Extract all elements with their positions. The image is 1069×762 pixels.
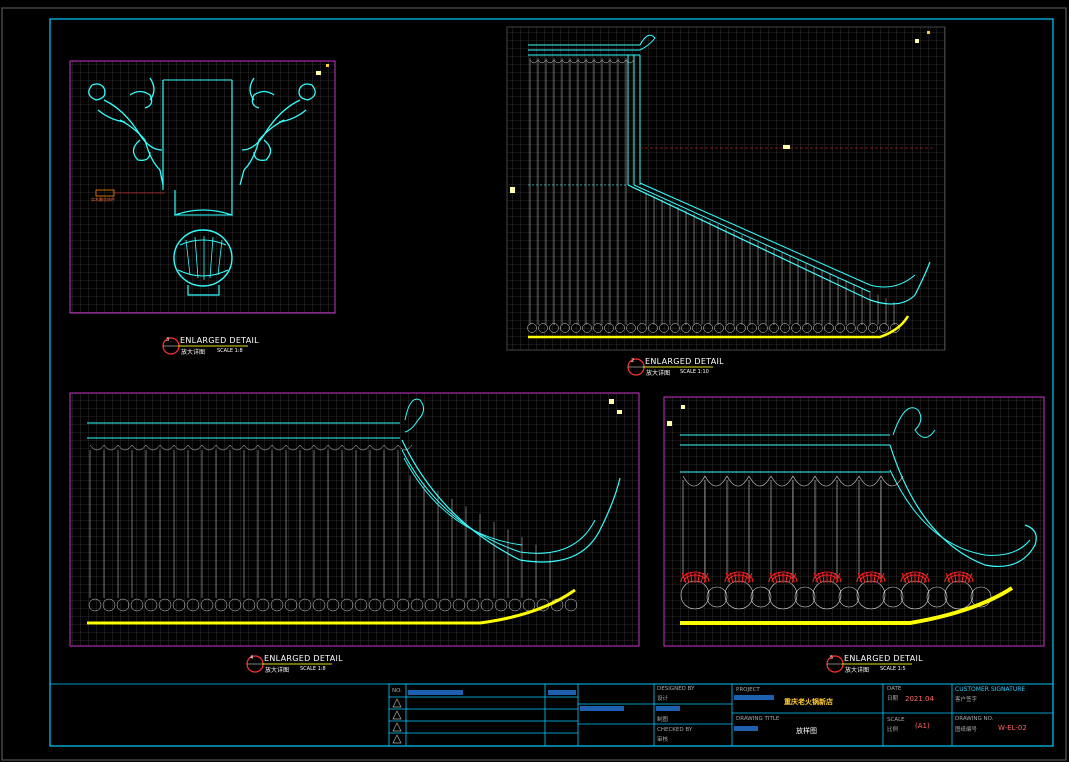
drawing-no-cn: 图纸编号: [955, 727, 978, 733]
detail-c-title: ENLARGED DETAIL: [264, 654, 343, 663]
designed-by-label: DESIGNED BY: [657, 686, 695, 692]
viewport-b: [506, 26, 946, 351]
checked-by-label: CHECKED BY: [657, 727, 693, 733]
detail-c-subtitle: 放大详图: [265, 667, 290, 674]
scale-value: (A1): [915, 722, 930, 730]
detail-a-scale: SCALE 1:8: [217, 348, 243, 354]
project-name: 重庆老火锅新店: [784, 698, 833, 706]
viewport-c: [69, 392, 640, 647]
drawing-no-label: DRAWING NO.: [955, 716, 994, 722]
date-value: 2021.04: [905, 695, 934, 703]
scale-label: SCALE: [887, 717, 905, 723]
detail-c-marker-number: 4: [250, 655, 254, 661]
designed-by-cn: 设计: [657, 696, 669, 702]
title-block-fills: [408, 690, 774, 731]
detail-b-scale: SCALE 1:10: [680, 369, 709, 375]
detail-d-scale: SCALE 1:5: [880, 666, 906, 672]
detail-a-subtitle: 放大详图: [181, 349, 206, 356]
detail-d-marker-number: 5: [830, 655, 834, 661]
date-cn: 日期: [887, 696, 899, 702]
viewport-d: [663, 396, 1045, 647]
date-label: DATE: [887, 686, 902, 692]
rev-no-label: NO.: [392, 688, 402, 694]
detail-a-marker-number: 3: [166, 337, 170, 343]
detail-a-title: ENLARGED DETAIL: [180, 336, 259, 345]
viewport-a: [69, 60, 336, 314]
ornament-annotation: 实木雕花饰件: [91, 197, 115, 202]
customer-signature-cn: 客户签字: [955, 697, 978, 703]
detail-b-marker-number: 2: [631, 358, 635, 364]
project-label: PROJECT: [736, 687, 760, 693]
drawing-canvas: [1, 7, 1067, 761]
detail-d-title: ENLARGED DETAIL: [844, 654, 923, 663]
scale-cn: 比例: [887, 727, 899, 733]
detail-b-subtitle: 放大详图: [646, 370, 671, 377]
customer-signature-label: CUSTOMER SIGNATURE: [955, 686, 1026, 693]
drawing-title: 放样图: [796, 727, 817, 735]
drawing-title-label: DRAWING TITLE: [736, 716, 780, 722]
drawn-cn: 制图: [657, 717, 669, 723]
checked-by-cn: 审核: [657, 737, 669, 743]
detail-d-subtitle: 放大详图: [845, 667, 870, 674]
drawing-no-value: W-EL-02: [998, 724, 1027, 732]
detail-c-scale: SCALE 1:8: [300, 666, 326, 672]
detail-b-title: ENLARGED DETAIL: [645, 357, 724, 366]
